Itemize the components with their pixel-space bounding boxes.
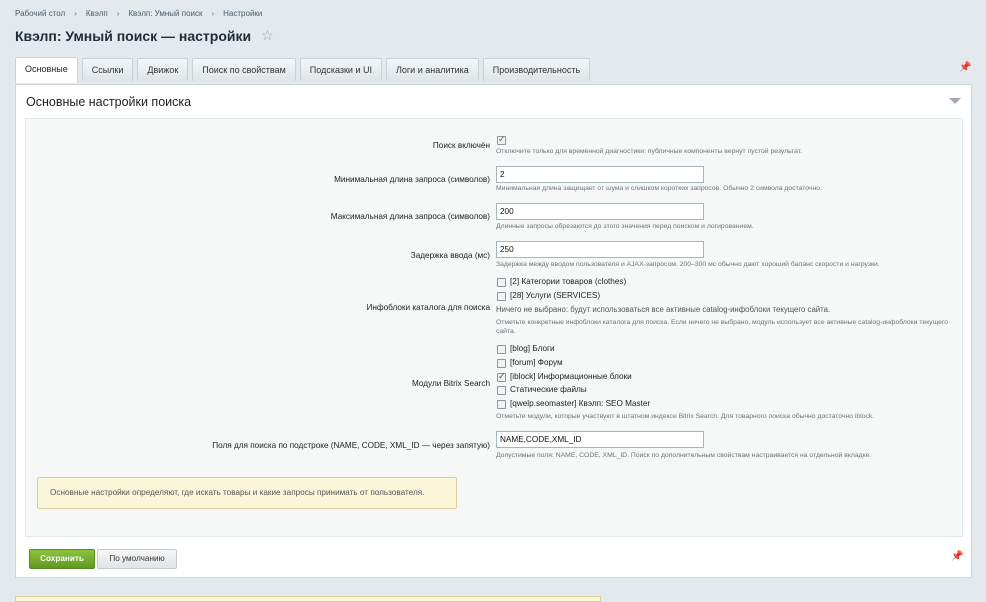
settings-panel: Основные настройки поиска Поиск включён … — [15, 84, 972, 578]
collapse-arrow-icon[interactable] — [949, 98, 961, 104]
substring-fields-input[interactable] — [496, 431, 704, 448]
module-checkbox-blog[interactable] — [497, 345, 506, 354]
breadcrumb-item-kvelp[interactable]: Квэлп — [86, 9, 108, 18]
module-option-label: [forum] Форум — [510, 358, 563, 367]
chevron-right-icon: › — [74, 9, 77, 18]
iblock-option-label: [2] Категории товаров (clothes) — [510, 277, 627, 286]
chevron-right-icon: › — [116, 9, 120, 18]
info-note: Основные настройки определяют, где искат… — [37, 477, 457, 509]
iblock-option-label: [28] Услуги (SERVICES) — [510, 291, 601, 300]
search-enabled-checkbox[interactable] — [497, 134, 506, 145]
max-length-label: Максимальная длина запроса (символов) — [330, 212, 490, 221]
module-checkbox-seomaster[interactable] — [497, 400, 506, 409]
tab-main[interactable]: Основные — [15, 57, 78, 83]
min-length-input[interactable] — [496, 166, 704, 183]
search-enabled-label: Поиск включён — [432, 141, 490, 150]
iblocks-label: Инфоблоки каталога для поиска — [366, 303, 490, 312]
breadcrumb-item-smart-search[interactable]: Квэлп: Умный поиск — [128, 9, 202, 18]
page-title-row: Квэлп: Умный поиск — настройки ☆ — [15, 27, 274, 44]
substring-fields-label: Поля для поиска по подстроке (NAME, CODE… — [212, 441, 490, 450]
tab-hints-ui[interactable]: Подсказки и UI — [299, 58, 382, 81]
tab-engine[interactable]: Движок — [137, 58, 189, 81]
module-checkbox-iblock[interactable] — [497, 371, 506, 382]
tab-performance[interactable]: Производительность — [482, 58, 591, 81]
default-button[interactable]: По умолчанию — [97, 549, 177, 569]
tab-links[interactable]: Ссылки — [81, 58, 134, 81]
module-checkbox-static[interactable] — [497, 386, 506, 395]
max-length-hint: Длинные запросы обрезаются до этого знач… — [496, 223, 754, 230]
module-checkbox-forum[interactable] — [497, 359, 506, 368]
iblocks-none-selected: Ничего не выбрано: будут использоваться … — [496, 305, 831, 314]
page-title: Квэлп: Умный поиск — настройки — [15, 27, 252, 44]
module-option-label: Статические файлы — [510, 385, 587, 394]
modules-hint: Отметьте модули, которые участвуют в шта… — [496, 413, 875, 420]
chevron-right-icon: › — [211, 9, 215, 18]
iblocks-hint: Отметьте конкретные инфоблоки каталога д… — [496, 319, 948, 335]
modules-label: Модули Bitrix Search — [411, 379, 490, 388]
star-icon[interactable]: ☆ — [261, 27, 274, 44]
breadcrumb: Рабочий стол › Квэлп › Квэлп: Умный поис… — [15, 9, 262, 18]
form-area: Поиск включён Отключите только для време… — [25, 118, 963, 537]
pin-icon[interactable]: 📌 — [951, 551, 963, 562]
min-length-label: Минимальная длина запроса (символов) — [334, 175, 490, 184]
input-delay-hint: Задержка между вводом пользователя и AJA… — [496, 261, 880, 268]
max-length-input[interactable] — [496, 203, 704, 220]
module-option-label: [blog] Блоги — [510, 344, 555, 353]
breadcrumb-item-desktop[interactable]: Рабочий стол — [15, 9, 65, 18]
iblock-checkbox-services[interactable] — [497, 292, 506, 301]
section-title: Основные настройки поиска — [26, 95, 192, 109]
bottom-note-strip — [15, 596, 601, 602]
tab-property-search[interactable]: Поиск по свойствам — [192, 58, 296, 81]
save-button[interactable]: Сохранить — [29, 549, 95, 569]
module-option-label: [iblock] Информационные блоки — [510, 372, 632, 381]
iblock-checkbox-clothes[interactable] — [497, 278, 506, 287]
module-option-label: [qwelp.seomaster] Квэлп: SEO Master — [510, 399, 651, 408]
tab-logs-analytics[interactable]: Логи и аналитика — [385, 58, 479, 81]
input-delay-input[interactable] — [496, 241, 704, 258]
min-length-hint: Минимальная длина защищает от шума и сли… — [496, 185, 822, 192]
tab-bar: Основные Ссылки Движок Поиск по свойства… — [15, 57, 591, 83]
substring-fields-hint: Допустимые поля: NAME, CODE, XML_ID. Пои… — [496, 452, 872, 459]
search-enabled-hint: Отключите только для временной диагности… — [496, 148, 803, 155]
breadcrumb-item-settings[interactable]: Настройки — [223, 9, 262, 18]
pin-icon[interactable]: 📌 — [959, 62, 971, 73]
input-delay-label: Задержка ввода (мс) — [410, 251, 490, 260]
